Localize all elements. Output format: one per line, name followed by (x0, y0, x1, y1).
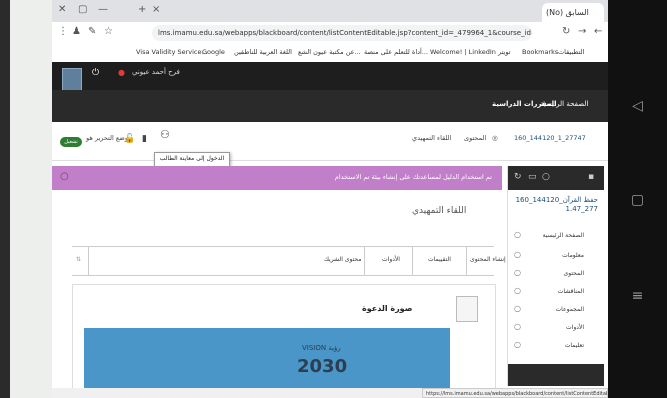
item-circle-icon: ○ (514, 230, 521, 239)
item-circle-icon: ○ (514, 322, 521, 331)
sidebar-toolbar: ↻ ▭ ○ ▪ (508, 166, 604, 190)
tools-menu[interactable]: الأدوات (382, 256, 400, 263)
vision-label: VISION رؤية (302, 344, 341, 352)
sidebar-item-help[interactable]: ○ تعليمات (512, 340, 598, 354)
lock-icon[interactable]: 🔓 (124, 134, 135, 144)
course-sidebar: ↻ ▭ ○ ▪ 160_144120_حفظ القرآن 277_1.47 ○… (507, 166, 604, 386)
bookmarks-bar: Visa Validity Service... Google اللغة ال… (52, 44, 608, 63)
course-menu-icon[interactable]: ◎ (492, 134, 498, 142)
bookmark-item[interactable]: Bookmarks (522, 48, 558, 56)
menu-icon[interactable]: ≡ (608, 288, 667, 304)
left-bezel (0, 0, 10, 398)
bookmark-item[interactable]: اللغة العربية للناطقين (234, 48, 292, 56)
partner-content-menu[interactable]: محتوى الشريك (324, 256, 362, 263)
add-icon[interactable]: ○ (542, 172, 550, 182)
extension-icon[interactable]: ✎ (88, 26, 96, 37)
sidebar-item-home[interactable]: ○ الصفحة الرئيسية (512, 230, 598, 244)
notification-icon[interactable]: ● (118, 68, 125, 77)
edit-mode-label: وضع التحرير هو (86, 134, 128, 142)
sidebar-course-title[interactable]: 160_144120_حفظ القرآن 277_1.47 (514, 196, 598, 214)
status-url: https://lms.imamu.edu.sa/webapps/blackbo… (422, 388, 608, 398)
browser-window: ✕ ▢ — + × (No) السابق ⋮ ♟ ✎ ☆ lms.imamu.… (52, 0, 608, 398)
vision-2030-text: 2030 (297, 356, 348, 377)
divider (466, 247, 467, 275)
item-circle-icon: ○ (514, 304, 521, 313)
back-icon[interactable]: ◁ (608, 98, 667, 114)
active-tab[interactable]: (No) السابق (542, 3, 604, 22)
nav-courses[interactable]: المقررات الدراسية (492, 100, 557, 108)
bb-nav: الصفحة الرئيسية المقررات الدراسية (52, 90, 608, 122)
student-preview-icon[interactable]: ⚇ (160, 128, 170, 141)
power-icon[interactable]: ⏻ (92, 68, 99, 78)
item-circle-icon: ○ (514, 250, 521, 259)
action-bar: ⇅ محتوى الشريك الأدوات التقييمات إنشاء ا… (72, 246, 506, 276)
refresh-icon[interactable]: ↻ (562, 26, 570, 37)
sort-icon[interactable]: ⇅ (76, 256, 81, 263)
divider (364, 247, 365, 275)
profile-icon[interactable]: ♟ (72, 26, 81, 37)
bookmark-item[interactable]: التطبيقات (558, 48, 584, 56)
new-tab-icon[interactable]: + (138, 4, 146, 15)
close-tab-icon[interactable]: × (152, 4, 160, 15)
bookmark-item[interactable]: أداة للتعلم على منصة... (364, 48, 428, 56)
sidebar-footer (508, 364, 604, 386)
user-name[interactable]: فرح أحمد عيوني (132, 68, 180, 76)
breadcrumb-content[interactable]: اللقاء التمهيدي (412, 134, 451, 142)
bookmark-item[interactable]: عن مكتبة عيون الشع... (298, 48, 361, 56)
banner-text: تم استخدام الدليل لمساعدتك على إنشاء بيئ… (334, 173, 492, 181)
url-field[interactable]: lms.imamu.edu.sa/webapps/blackboard/cont… (152, 25, 532, 41)
folder-icon[interactable]: ▭ (528, 172, 537, 182)
android-nav-bar: ◁ ▢ ≡ (608, 0, 667, 398)
sidebar-item-discussions[interactable]: ○ المناقشات (512, 286, 598, 300)
forward-icon[interactable]: → (578, 26, 586, 37)
divider (412, 247, 413, 275)
breadcrumb-lesson[interactable]: المحتوى (464, 134, 486, 142)
restore-icon[interactable]: ▢ (78, 4, 87, 15)
item-circle-icon: ○ (514, 286, 521, 295)
bb-header (52, 62, 608, 90)
chart-icon[interactable]: ▮ (142, 134, 147, 144)
sidebar-item-info[interactable]: ○ معلومات (512, 250, 598, 264)
address-bar: ⋮ ♟ ✎ ☆ lms.imamu.edu.sa/webapps/blackbo… (52, 22, 608, 45)
trash-icon[interactable]: ▪ (588, 172, 594, 182)
build-content-menu[interactable]: إنشاء المحتوى (470, 256, 506, 263)
item-title[interactable]: صورة الدعوة (362, 304, 412, 313)
bookmark-item[interactable]: Visa Validity Service... (136, 48, 208, 56)
course-id-link[interactable]: 160_144120_1_27747 (514, 134, 586, 142)
sidebar-item-groups[interactable]: ○ المجموعات (512, 304, 598, 318)
assessments-menu[interactable]: التقييمات (428, 256, 451, 263)
bookmark-item[interactable]: Google (202, 48, 225, 56)
item-circle-icon: ○ (514, 268, 521, 277)
divider (88, 247, 89, 275)
item-circle-icon: ○ (514, 340, 521, 349)
bookmark-item[interactable]: تويتر (498, 48, 511, 56)
image-item-icon (456, 296, 478, 322)
back-arrow-icon[interactable]: ← (594, 26, 602, 37)
refresh-sidebar-icon[interactable]: ↻ (514, 172, 522, 182)
home-icon[interactable]: ▢ (608, 192, 667, 208)
sidebar-item-content[interactable]: ○ المحتوى (512, 268, 598, 282)
sidebar-item-tools[interactable]: ○ الأدوات (512, 322, 598, 336)
edit-mode-toggle[interactable]: تشغيل (60, 137, 82, 147)
content-toolbar: 160_144120_1_27747 ◎ اللقاء التمهيدي الم… (52, 122, 608, 161)
close-window-icon[interactable]: ✕ (58, 4, 66, 15)
menu-dots-icon[interactable]: ⋮ (58, 26, 68, 37)
bookmark-star-icon[interactable]: ☆ (104, 26, 113, 37)
guide-banner: ○ تم استخدام الدليل لمساعدتك على إنشاء ب… (52, 166, 502, 190)
tab-strip: ✕ ▢ — + × (No) السابق (52, 0, 608, 22)
page-title: اللقاء التمهيدي (412, 206, 467, 216)
minimize-icon[interactable]: — (98, 4, 108, 15)
bookmark-item[interactable]: Welcome! | LinkedIn (430, 48, 496, 56)
